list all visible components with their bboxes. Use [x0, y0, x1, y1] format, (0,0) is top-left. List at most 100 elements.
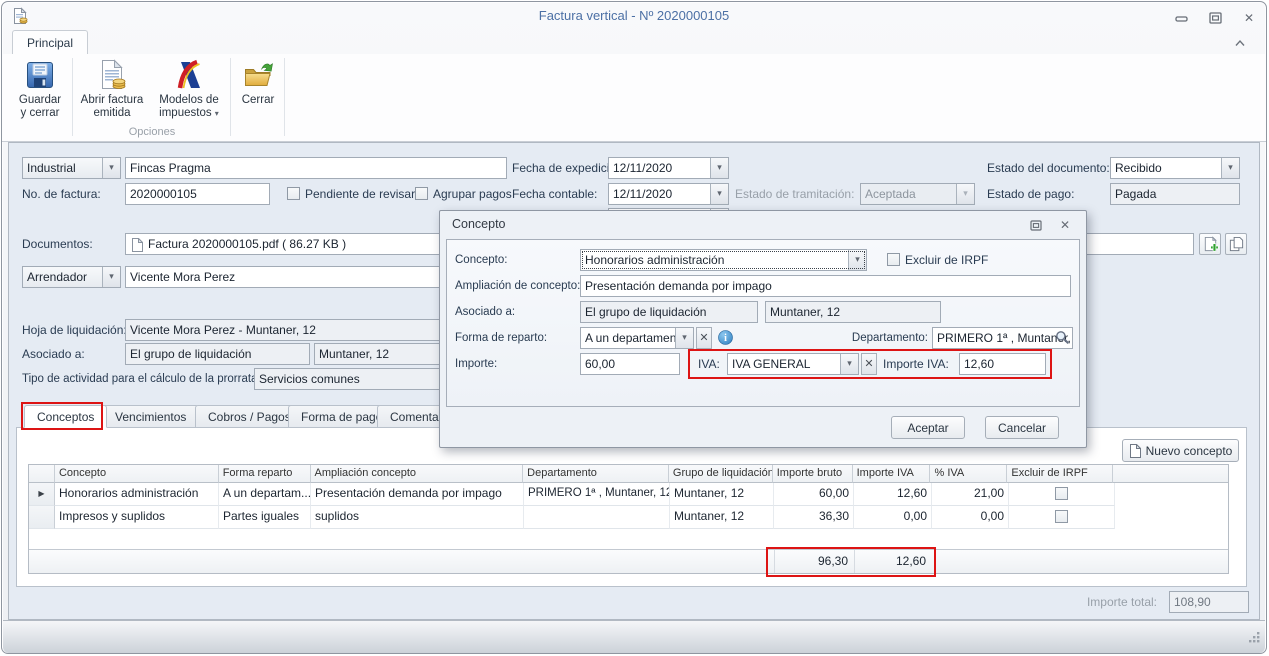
minimize-button[interactable]: [1168, 10, 1194, 26]
collapse-ribbon-button[interactable]: [1230, 36, 1250, 50]
document-status-combo[interactable]: Recibido ▾: [1110, 157, 1240, 179]
issue-date-combo[interactable]: 12/11/2020 ▾: [608, 157, 729, 179]
save-and-close-button[interactable]: Guardar y cerrar: [10, 57, 70, 133]
col-empty: [1113, 465, 1228, 483]
add-document-button[interactable]: [1199, 233, 1221, 255]
col-departamento[interactable]: Departamento: [523, 465, 669, 483]
invoice-number-field[interactable]: 2020000105: [125, 183, 270, 205]
table-row[interactable]: ▶ Honorarios administración A un departa…: [29, 483, 1228, 506]
row-excluir-irpf-checkbox[interactable]: [1055, 510, 1068, 523]
associated-group-field: El grupo de liquidación: [125, 343, 310, 365]
accounting-date-combo[interactable]: 12/11/2020 ▾: [608, 183, 729, 205]
open-label-1: Abrir factura: [81, 94, 144, 106]
close-button[interactable]: ✕: [1236, 10, 1262, 26]
associated-to-label: Asociado a:: [22, 343, 85, 365]
new-document-icon: [1129, 444, 1141, 458]
document-type-combo[interactable]: Industrial ▾: [22, 157, 121, 179]
close-icon: ✕: [1060, 218, 1070, 232]
dialog-close-button[interactable]: ✕: [1055, 218, 1075, 232]
payment-status-label: Estado de pago:: [987, 183, 1074, 205]
accounting-date-label: Fecha contable:: [512, 183, 597, 205]
search-icon[interactable]: [1055, 330, 1070, 350]
importe-label: Importe:: [455, 353, 497, 375]
save-label-2: y cerrar: [21, 107, 60, 119]
col-importe-bruto[interactable]: Importe bruto: [773, 465, 853, 483]
role-combo[interactable]: Arrendador ▾: [22, 266, 121, 288]
chevron-down-icon[interactable]: ▾: [102, 267, 120, 287]
clear-forma-reparto-button[interactable]: ✕: [696, 327, 712, 349]
info-icon[interactable]: i: [718, 330, 733, 350]
payment-status-field: Pagada: [1110, 183, 1240, 205]
excluir-irpf-checkbox[interactable]: [887, 253, 900, 266]
col-pct-iva[interactable]: % IVA: [930, 465, 1007, 483]
pending-review-label: Pendiente de revisar: [305, 183, 415, 205]
tab-conceptos[interactable]: Conceptos: [24, 405, 107, 428]
importe-total-field: 108,90: [1169, 591, 1249, 613]
departamento-field[interactable]: PRIMERO 1ª , Muntaner, 12: [932, 327, 1073, 349]
models-label-2: impuestos: [159, 107, 211, 119]
chevron-down-icon[interactable]: ▾: [1221, 158, 1239, 178]
maximize-icon: [1209, 12, 1222, 24]
table-header: Concepto Forma reparto Ampliación concep…: [29, 465, 1228, 483]
app-window: Factura vertical - Nº 2020000105 ✕ Princ…: [1, 1, 1267, 654]
screenshot: Factura vertical - Nº 2020000105 ✕ Princ…: [0, 0, 1269, 656]
aceptar-button[interactable]: Aceptar: [891, 416, 965, 439]
importe-total-label: Importe total:: [1022, 591, 1157, 613]
col-forma-reparto[interactable]: Forma reparto: [219, 465, 311, 483]
col-excluir-irpf[interactable]: Excluir de IRPF: [1007, 465, 1113, 483]
excluir-irpf-label: Excluir de IRPF: [905, 249, 988, 271]
ribbon-group-label: Opciones: [76, 126, 228, 138]
totals-row: 96,30 12,60: [29, 549, 1228, 573]
group-payments-checkbox[interactable]: [415, 187, 428, 200]
chevron-down-icon[interactable]: ▾: [675, 328, 693, 348]
importe-iva-label: Importe IVA:: [883, 353, 949, 375]
tab-principal[interactable]: Principal: [12, 30, 88, 54]
close-window-button[interactable]: Cerrar: [234, 57, 282, 133]
maximize-button[interactable]: [1202, 10, 1228, 26]
invoice-document-icon: [96, 59, 128, 91]
forma-reparto-label: Forma de reparto:: [455, 327, 547, 349]
chevron-down-icon[interactable]: ▾: [840, 354, 858, 374]
invoice-number-label: No. de factura:: [22, 183, 101, 205]
ribbon-separator: [284, 58, 285, 136]
restore-icon: [1030, 220, 1042, 231]
chevron-down-icon[interactable]: ▾: [102, 158, 120, 178]
open-issued-invoice-button[interactable]: Abrir factura emitida: [76, 57, 148, 133]
importe-iva-field[interactable]: 12,60: [959, 353, 1046, 375]
copy-icon: [1228, 236, 1245, 253]
dialog-restore-button[interactable]: [1026, 218, 1046, 232]
tax-models-button[interactable]: Modelos de impuestos ▾: [150, 57, 228, 133]
new-concept-button[interactable]: Nuevo concepto: [1122, 439, 1239, 462]
supplier-field[interactable]: Fincas Pragma: [125, 157, 507, 179]
col-importe-iva[interactable]: Importe IVA: [853, 465, 931, 483]
col-grupo[interactable]: Grupo de liquidación: [669, 465, 773, 483]
role-value: Arrendador: [23, 267, 102, 287]
row-marker-icon: ▶: [29, 483, 55, 506]
tax-agency-icon: [173, 59, 205, 91]
save-label-1: Guardar: [19, 94, 61, 106]
row-excluir-irpf-checkbox[interactable]: [1055, 487, 1068, 500]
forma-reparto-combo[interactable]: A un departamento ▾: [580, 327, 694, 349]
tab-vencimientos[interactable]: Vencimientos: [102, 405, 199, 428]
dropdown-arrow-icon: ▾: [215, 109, 219, 118]
chevron-down-icon[interactable]: ▾: [710, 184, 728, 204]
clear-iva-button[interactable]: ✕: [861, 353, 877, 375]
pending-review-checkbox[interactable]: [287, 187, 300, 200]
iva-combo[interactable]: IVA GENERAL ▾: [727, 353, 859, 375]
importe-field[interactable]: 60,00: [580, 353, 680, 375]
col-ampliacion[interactable]: Ampliación concepto: [311, 465, 524, 483]
copy-document-button[interactable]: [1225, 233, 1247, 255]
chevron-down-icon[interactable]: ▾: [848, 250, 866, 270]
col-concepto[interactable]: Concepto: [55, 465, 219, 483]
departamento-label: Departamento:: [820, 327, 928, 349]
save-icon: [24, 59, 56, 91]
ampliacion-field[interactable]: Presentación demanda por impago: [580, 275, 1071, 297]
table-row[interactable]: Impresos y suplidos Partes iguales supli…: [29, 506, 1228, 529]
cancelar-button[interactable]: Cancelar: [985, 416, 1059, 439]
concepto-combo[interactable]: Honorarios administración ▾: [580, 249, 867, 271]
chevron-down-icon[interactable]: ▾: [710, 158, 728, 178]
resize-grip-icon[interactable]: [1248, 631, 1261, 649]
file-icon: [131, 238, 143, 255]
ampliacion-label: Ampliación de concepto:: [455, 275, 580, 297]
status-bar: [3, 620, 1265, 653]
